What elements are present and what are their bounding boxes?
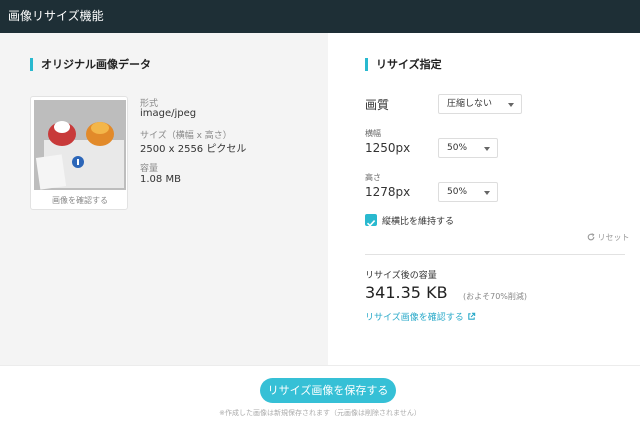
save-footnote: ※作成した画像は新規保存されます（元画像は削除されません） — [219, 409, 421, 417]
chevron-down-icon — [484, 191, 490, 195]
confirm-resized-image-link[interactable]: リサイズ画像を確認する — [365, 310, 476, 323]
resize-section-title: リサイズ指定 — [365, 58, 442, 71]
quality-select[interactable]: 圧縮しない — [438, 94, 522, 114]
refresh-icon — [587, 233, 595, 241]
filesize-label: 容量 — [140, 164, 159, 174]
view-original-image-link[interactable]: 画像を確認する — [31, 195, 129, 206]
width-value: 1250px — [365, 141, 411, 155]
height-percent-select[interactable]: 50% — [438, 182, 498, 202]
keep-ratio-checkbox[interactable] — [365, 214, 377, 227]
confirm-link-label: リサイズ画像を確認する — [365, 313, 464, 323]
height-select-value: 50% — [447, 187, 468, 197]
window-title-bar: 画像リサイズ機能 — [0, 0, 640, 33]
app-title: 画像リサイズ機能 — [8, 9, 104, 23]
footer-divider — [0, 365, 640, 366]
keep-ratio-label[interactable]: 縦横比を維持する — [382, 214, 454, 227]
result-size-label: リサイズ後の容量 — [365, 271, 437, 281]
height-value: 1278px — [365, 185, 411, 199]
photo-thumbnail-icon — [34, 100, 126, 190]
width-label: 横幅 — [365, 129, 381, 138]
quality-select-value: 圧縮しない — [447, 99, 493, 109]
width-select-value: 50% — [447, 143, 468, 153]
thumbnail-card[interactable]: 画像を確認する — [30, 96, 128, 210]
result-size-value: 341.35 KB — [365, 283, 448, 302]
width-percent-select[interactable]: 50% — [438, 138, 498, 158]
size-value: 2500 x 2556 ピクセル — [140, 144, 247, 155]
reset-label: リセット — [597, 233, 630, 242]
filesize-value: 1.08 MB — [140, 174, 181, 185]
result-reduction-note: (およそ70%削減) — [463, 292, 528, 301]
external-link-icon — [467, 312, 475, 320]
original-section-title: オリジナル画像データ — [30, 58, 151, 71]
quality-label: 画質 — [365, 98, 390, 112]
check-icon — [366, 220, 376, 227]
divider — [365, 254, 625, 255]
save-resized-image-button[interactable]: リサイズ画像を保存する — [260, 378, 396, 403]
height-label: 高さ — [365, 173, 381, 182]
thumbnail-image[interactable] — [34, 100, 126, 190]
chevron-down-icon — [508, 103, 514, 107]
chevron-down-icon — [484, 147, 490, 151]
format-value: image/jpeg — [140, 108, 197, 119]
reset-button[interactable]: リセット — [587, 232, 630, 243]
